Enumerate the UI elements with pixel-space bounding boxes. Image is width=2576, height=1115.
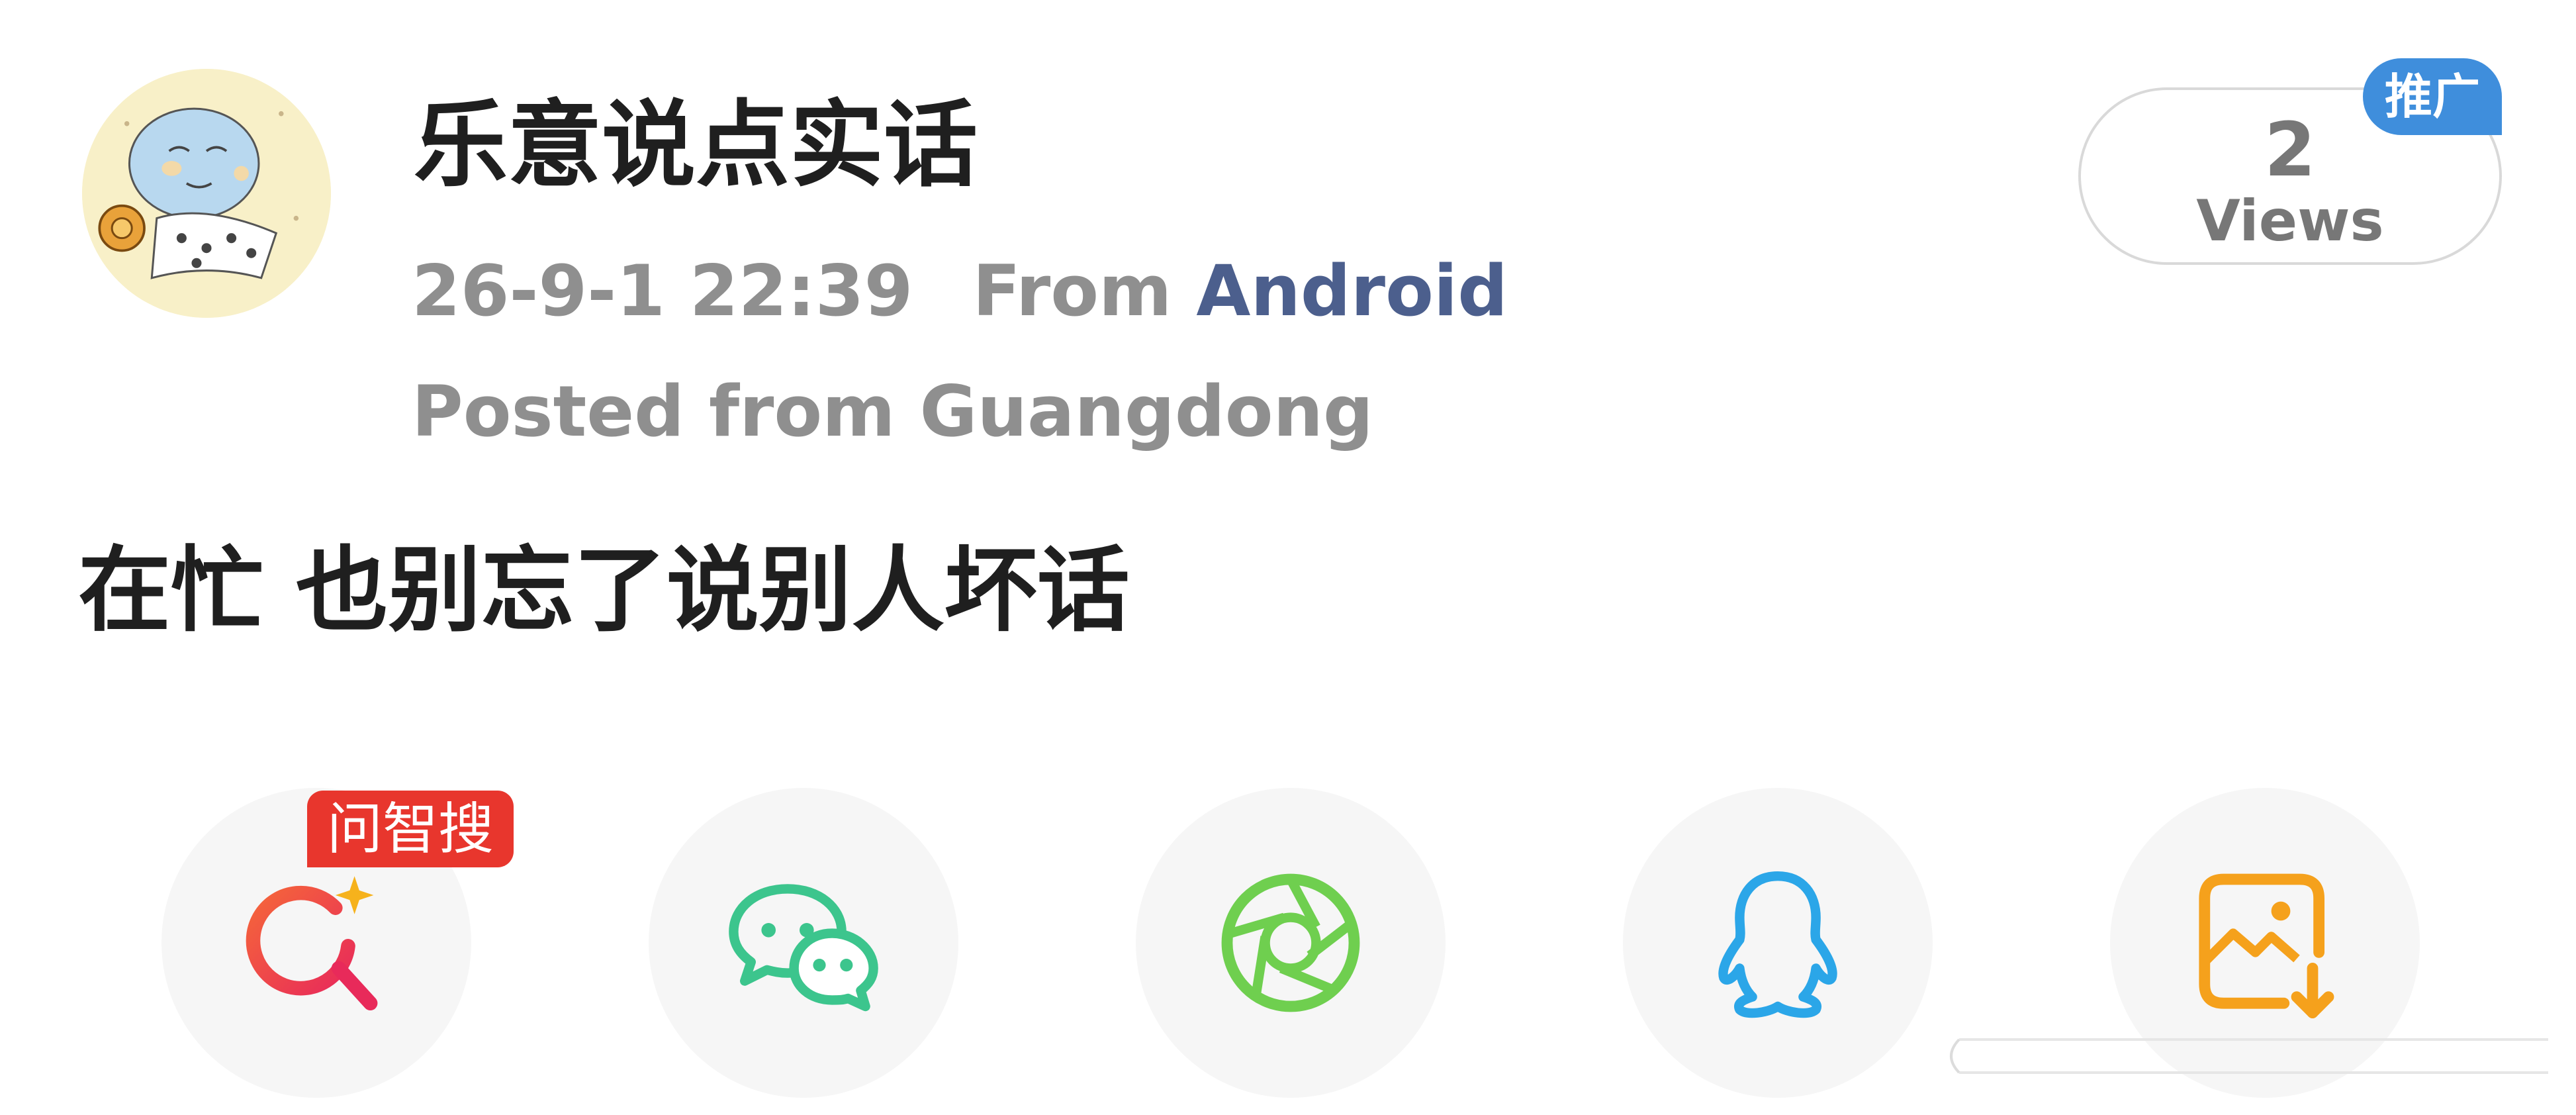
horizontal-scroll-indicator[interactable] xyxy=(1939,1033,2561,1079)
save-image-icon xyxy=(2199,873,2334,1018)
promote-badge[interactable]: 推广 xyxy=(2363,58,2502,135)
post-timestamp: 26-9-1 22:39 xyxy=(412,250,913,332)
post-content: 在忙 也别忘了说别人坏话 xyxy=(78,537,1130,645)
views-label: Views xyxy=(2196,188,2384,254)
ai-search-badge: 问智搜 xyxy=(307,791,514,867)
moments-share-button[interactable] xyxy=(1136,788,1446,1098)
source-device-link[interactable]: Android xyxy=(1196,250,1508,332)
post-meta: 26-9-1 22:39 From Android xyxy=(412,248,1508,334)
moments-shutter-icon xyxy=(1221,873,1360,1012)
avatar-image xyxy=(82,69,331,318)
author-name[interactable]: 乐意说点实话 xyxy=(414,93,978,199)
ai-search-icon xyxy=(246,876,378,1010)
qq-penguin-icon xyxy=(1718,871,1837,1018)
post-location: Posted from Guangdong xyxy=(412,371,1373,452)
avatar[interactable] xyxy=(82,69,331,318)
wechat-icon xyxy=(729,884,878,1012)
qq-share-button[interactable] xyxy=(1623,788,1933,1098)
source-prefix: From xyxy=(972,250,1172,332)
wechat-share-button[interactable] xyxy=(649,788,958,1098)
